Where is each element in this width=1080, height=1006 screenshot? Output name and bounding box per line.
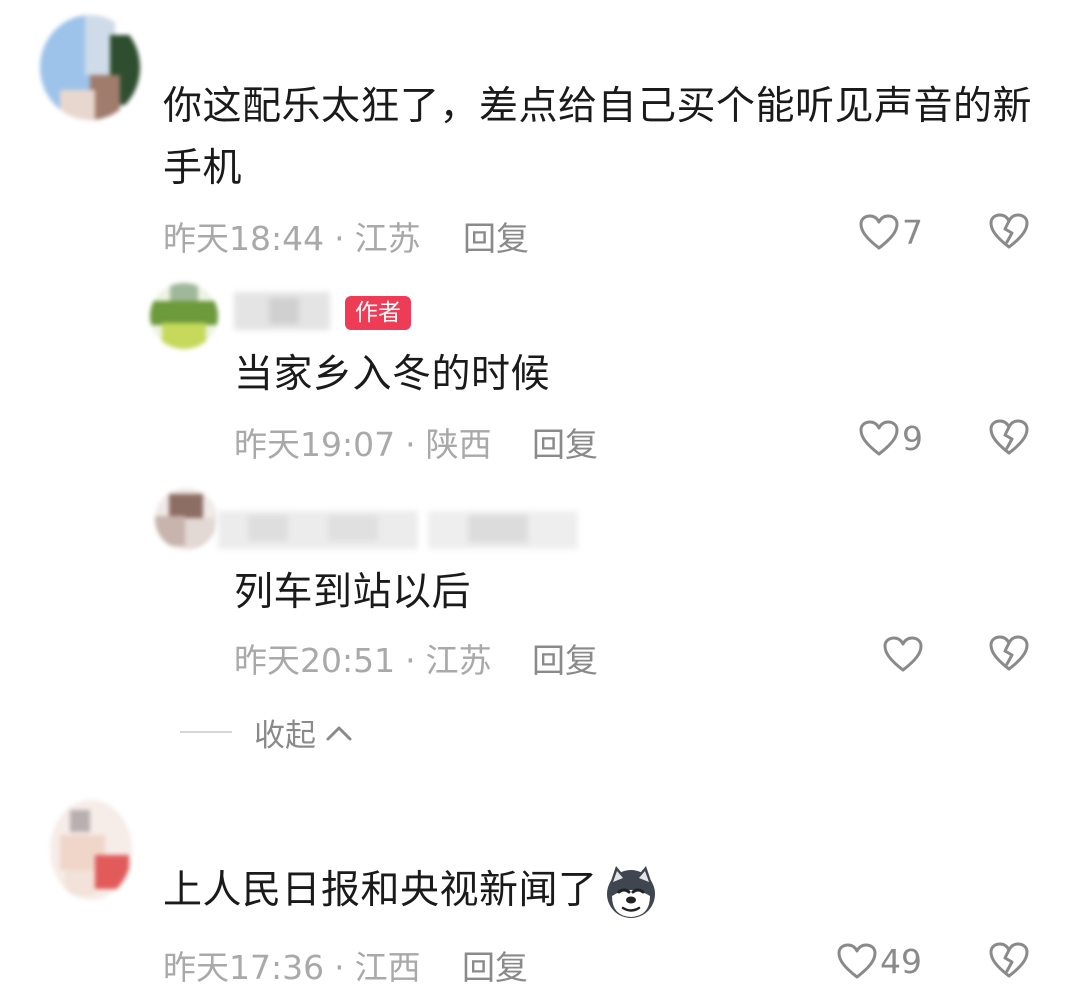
avatar[interactable] xyxy=(50,800,132,900)
reply-button[interactable]: 回复 xyxy=(462,941,528,989)
comment-location: 江西 xyxy=(354,948,421,987)
like-count: 7 xyxy=(902,212,923,252)
comment-location: 江苏 xyxy=(425,641,492,680)
comment-location: 陕西 xyxy=(425,425,492,464)
heart-outline-icon xyxy=(859,214,899,250)
comment-time: 昨天17:36 xyxy=(163,948,325,987)
heart-outline-icon xyxy=(837,943,877,979)
comment-meta: 昨天20:51 · 江苏 xyxy=(234,634,492,682)
comment-meta: 昨天19:07 · 陕西 xyxy=(234,418,492,466)
broken-heart-icon xyxy=(989,213,1029,249)
like-count: 49 xyxy=(880,941,922,981)
author-badge: 作者 xyxy=(345,296,411,330)
comment-time: 昨天19:07 xyxy=(234,425,396,464)
dislike-button[interactable] xyxy=(988,212,1030,254)
reply-button[interactable]: 回复 xyxy=(532,634,598,682)
broken-heart-icon xyxy=(989,635,1029,671)
comment-text: 上人民日报和央视新闻了 xyxy=(163,860,863,922)
husky-emoji-icon xyxy=(606,866,655,918)
dislike-button[interactable] xyxy=(988,418,1030,460)
comment-location: 江苏 xyxy=(354,219,421,258)
collapse-label: 收起 xyxy=(254,718,316,754)
comment-text: 列车到站以后 xyxy=(234,570,472,615)
meta-separator: · xyxy=(405,641,416,680)
reply-button[interactable]: 回复 xyxy=(532,418,598,466)
comment-text-body: 上人民日报和央视新闻了 xyxy=(163,868,598,913)
meta-separator: · xyxy=(334,219,345,258)
comment-text: 你这配乐太狂了，差点给自己买个能听见声音的新手机 xyxy=(163,84,1033,191)
reply-button[interactable]: 回复 xyxy=(463,212,529,260)
username-blurred[interactable] xyxy=(234,288,334,334)
heart-outline-icon xyxy=(883,636,923,672)
meta-separator: · xyxy=(405,425,416,464)
heart-outline-icon xyxy=(859,420,899,456)
comment-meta: 昨天17:36 · 江西 xyxy=(163,941,421,989)
collapse-divider xyxy=(180,731,232,733)
like-button[interactable]: 49 xyxy=(836,941,922,981)
comment-time: 昨天20:51 xyxy=(234,641,396,680)
like-button[interactable]: 9 xyxy=(858,418,923,458)
broken-heart-icon xyxy=(989,942,1029,978)
dislike-button[interactable] xyxy=(988,634,1030,676)
avatar[interactable] xyxy=(40,15,140,120)
comment-time: 昨天18:44 xyxy=(163,219,325,258)
comment-meta: 昨天18:44 · 江苏 xyxy=(163,212,421,260)
like-button[interactable]: 7 xyxy=(858,212,923,252)
username-blurred[interactable] xyxy=(218,505,578,555)
avatar[interactable] xyxy=(150,283,218,349)
broken-heart-icon xyxy=(989,419,1029,455)
collapse-button[interactable]: 收起 xyxy=(254,710,354,755)
like-button[interactable] xyxy=(882,634,926,674)
comment-text: 当家乡入冬的时候 xyxy=(234,352,551,397)
chevron-up-icon xyxy=(326,726,352,740)
like-count: 9 xyxy=(902,418,923,458)
dislike-button[interactable] xyxy=(988,941,1030,983)
avatar[interactable] xyxy=(155,488,217,550)
meta-separator: · xyxy=(334,948,345,987)
